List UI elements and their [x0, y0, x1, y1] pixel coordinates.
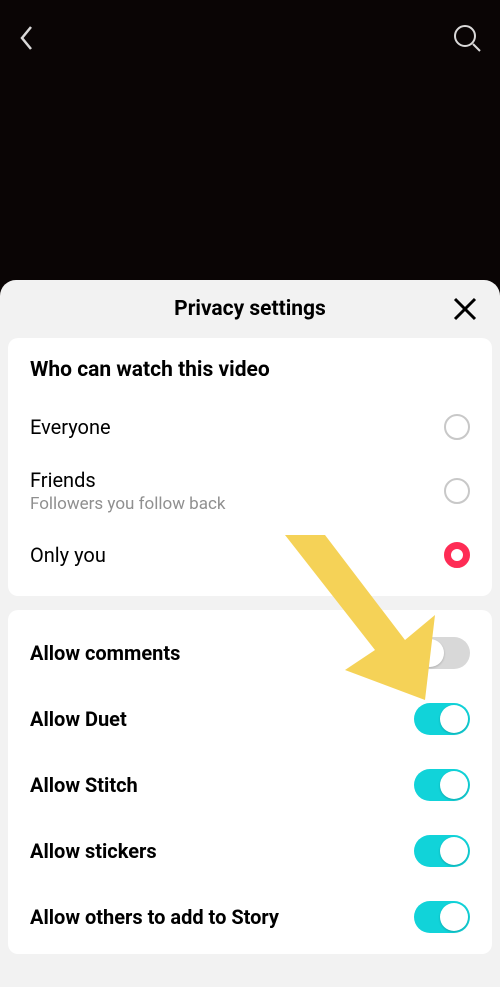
toggle-label: Allow stickers: [30, 839, 157, 863]
toggle-label: Allow others to add to Story: [30, 905, 279, 929]
toggle-row-allow-comments: Allow comments: [30, 620, 470, 686]
switch-knob: [440, 771, 468, 799]
radio-icon: [444, 478, 470, 504]
switch-allow-stickers[interactable]: [414, 835, 470, 867]
toggle-card: Allow comments Allow Duet Allow Stitch A…: [8, 610, 492, 954]
option-label: Only you: [30, 543, 106, 567]
option-sublabel: Followers you follow back: [30, 494, 226, 514]
option-text: Everyone: [30, 415, 111, 439]
back-icon[interactable]: [18, 24, 36, 56]
toggle-label: Allow Duet: [30, 707, 127, 731]
search-icon[interactable]: [452, 23, 482, 57]
visibility-option-friends[interactable]: Friends Followers you follow back: [30, 454, 470, 528]
option-label: Friends: [30, 468, 226, 492]
toggle-row-allow-stitch: Allow Stitch: [30, 752, 470, 818]
toggle-label: Allow comments: [30, 641, 180, 665]
visibility-option-everyone[interactable]: Everyone: [30, 400, 470, 454]
option-text: Friends Followers you follow back: [30, 468, 226, 514]
toggle-row-allow-stickers: Allow stickers: [30, 818, 470, 884]
privacy-settings-sheet: Privacy settings Who can watch this vide…: [0, 280, 500, 987]
sheet-title: Privacy settings: [174, 297, 326, 321]
close-icon[interactable]: [450, 294, 480, 324]
switch-allow-stitch[interactable]: [414, 769, 470, 801]
top-bar: [0, 0, 500, 80]
switch-knob: [440, 705, 468, 733]
switch-allow-duet[interactable]: [414, 703, 470, 735]
switch-knob: [440, 837, 468, 865]
radio-icon: [444, 414, 470, 440]
sheet-header: Privacy settings: [8, 280, 492, 338]
toggle-row-allow-duet: Allow Duet: [30, 686, 470, 752]
visibility-section-title: Who can watch this video: [30, 358, 470, 382]
radio-icon: [444, 542, 470, 568]
switch-allow-comments[interactable]: [414, 637, 470, 669]
switch-knob: [416, 639, 444, 667]
visibility-option-only-you[interactable]: Only you: [30, 528, 470, 582]
toggle-label: Allow Stitch: [30, 773, 138, 797]
toggle-row-allow-story: Allow others to add to Story: [30, 884, 470, 950]
switch-knob: [440, 903, 468, 931]
visibility-card: Who can watch this video Everyone Friend…: [8, 338, 492, 596]
option-label: Everyone: [30, 415, 111, 439]
option-text: Only you: [30, 543, 106, 567]
switch-allow-story[interactable]: [414, 901, 470, 933]
